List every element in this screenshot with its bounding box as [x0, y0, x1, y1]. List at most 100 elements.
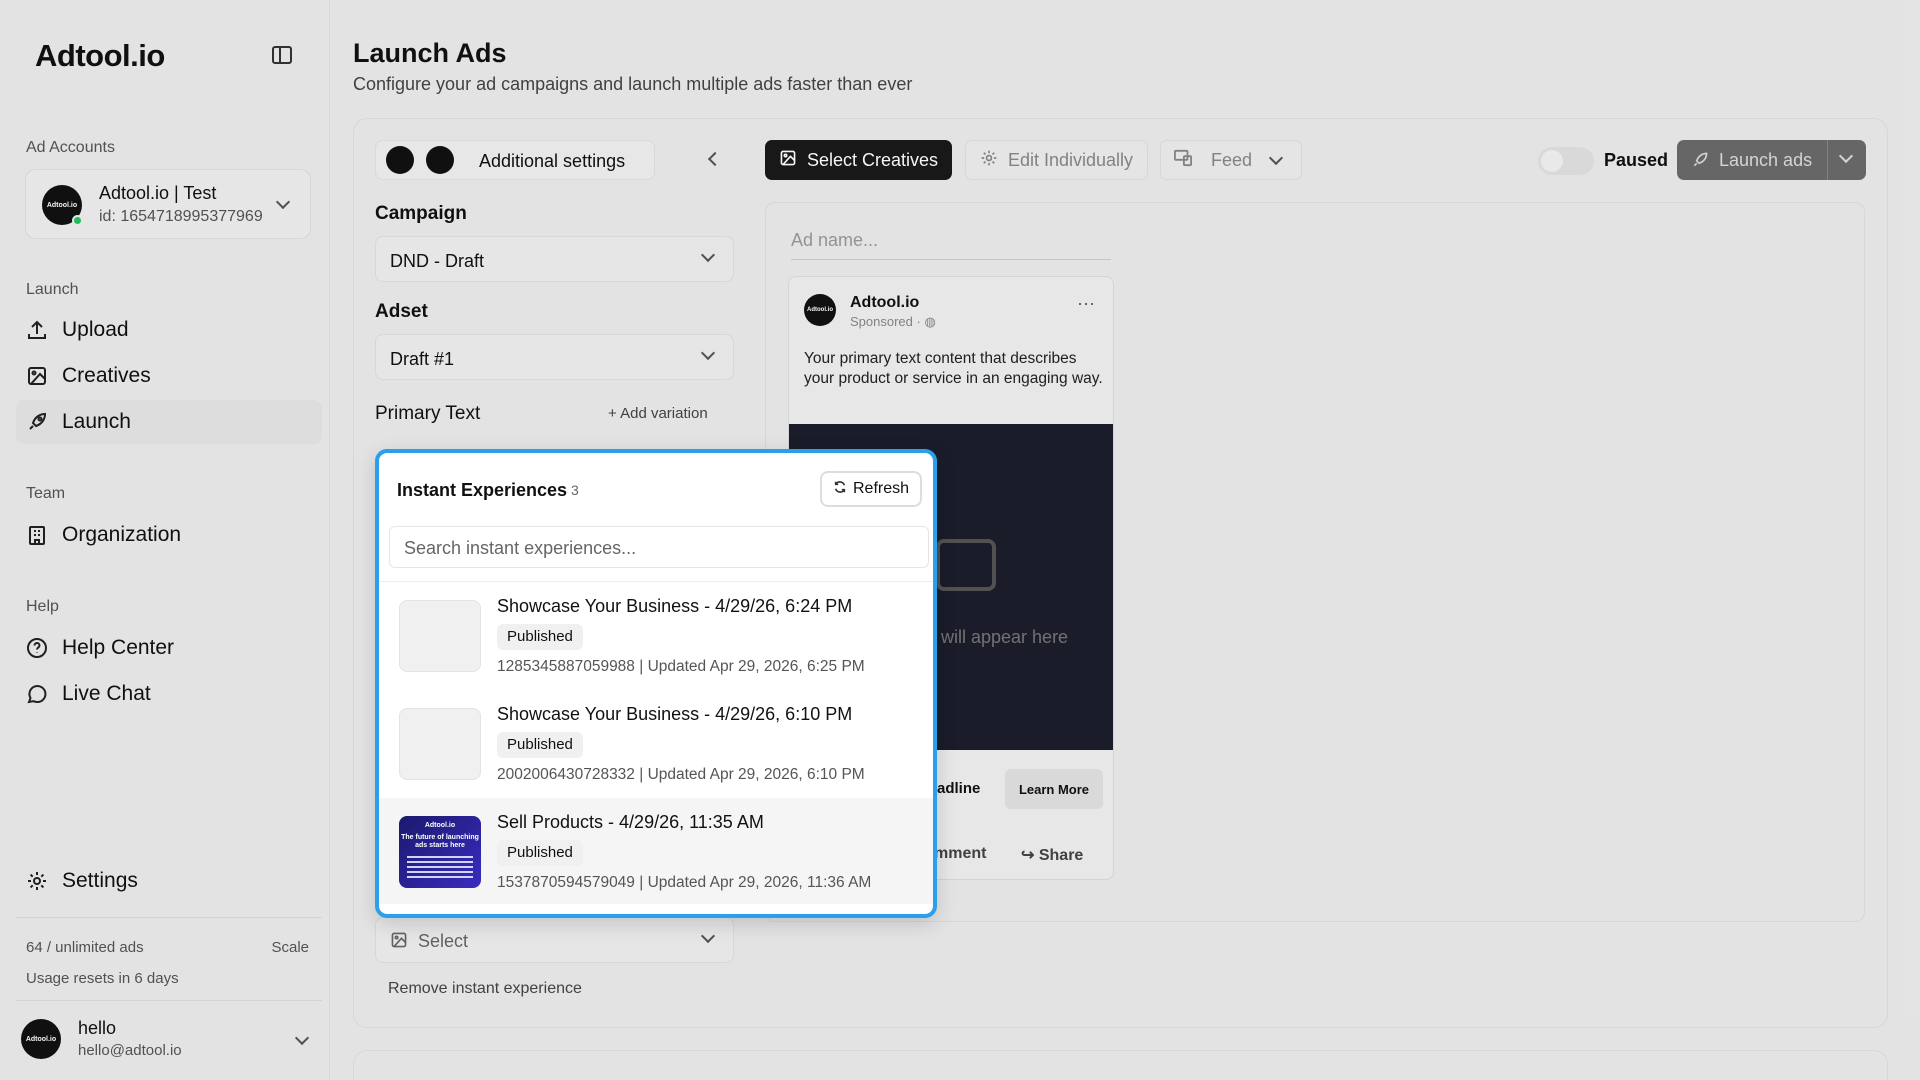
adset-label: Adset: [375, 301, 428, 322]
image-icon: [390, 931, 408, 954]
image-icon: [779, 149, 797, 172]
sidebar-item-help-center[interactable]: Help Center: [16, 626, 322, 670]
placement-value: Feed: [1211, 149, 1253, 170]
chevron-down-icon: [1268, 150, 1284, 166]
thumbnail-brand: Adtool.io: [424, 822, 456, 829]
thumbnail-headline: The future of launching ads starts here: [401, 834, 479, 849]
list-item[interactable]: Adtool.io The future of launching ads st…: [379, 798, 933, 904]
paused-toggle[interactable]: [1538, 147, 1594, 175]
rocket-icon: [26, 411, 48, 433]
add-variation-label: Add variation: [620, 405, 708, 422]
devices-icon: [1173, 149, 1193, 172]
remove-instant-experience-link[interactable]: Remove instant experience: [388, 980, 582, 998]
sidebar-item-label: Organization: [62, 523, 182, 546]
sponsored-text: Sponsored ·: [850, 314, 925, 329]
sidebar-item-label: Settings: [62, 869, 138, 892]
additional-settings-label: Additional settings: [479, 151, 626, 171]
refresh-icon: [833, 480, 847, 499]
scale-link[interactable]: Scale: [271, 939, 309, 956]
placement-select[interactable]: Feed: [1160, 140, 1302, 180]
usage-count: 64 / unlimited ads: [26, 939, 144, 956]
status-badge: Published: [497, 732, 583, 758]
image-placeholder-icon: [936, 539, 996, 591]
sidebar-item-organization[interactable]: Organization: [16, 513, 322, 557]
comment-action: mment: [934, 845, 987, 862]
dropdown-title: Instant Experiences: [397, 480, 568, 500]
sidebar-item-live-chat[interactable]: Live Chat: [16, 672, 322, 716]
ad-name-input[interactable]: Ad name...: [791, 230, 1111, 260]
sidebar-item-label: Launch: [62, 410, 131, 433]
sidebar-item-creatives[interactable]: Creatives: [16, 354, 322, 398]
sidebar-item-settings[interactable]: Settings: [16, 859, 322, 903]
divider: [1827, 140, 1828, 180]
team-section-label: Team: [26, 485, 66, 502]
additional-settings-button[interactable]: Additional settings: [375, 140, 655, 180]
instagram-account-avatar: [426, 146, 454, 174]
chevron-down-icon: [700, 247, 716, 263]
list-item[interactable]: Showcase Your Business - 4/29/26, 6:24 P…: [379, 582, 933, 688]
chat-icon: [26, 683, 48, 705]
experience-title: Showcase Your Business - 4/29/26, 6:24 P…: [497, 596, 853, 616]
cta-button: Learn More: [1005, 769, 1103, 809]
share-action: ↪ Share: [1021, 845, 1083, 865]
share-label: Share: [1038, 847, 1084, 864]
sidebar-item-label: Upload: [62, 318, 129, 341]
sidebar-item-label: Help Center: [62, 636, 175, 659]
chevron-down-icon: [700, 928, 716, 944]
search-input[interactable]: Search instant experiences...: [389, 526, 929, 568]
sidebar-item-launch[interactable]: Launch: [16, 400, 322, 444]
primary-text-label: Primary Text: [375, 403, 481, 424]
campaign-value: DND - Draft: [390, 251, 484, 271]
sponsored-label: Sponsored · ◍: [850, 314, 936, 330]
media-placeholder-text: will appear here: [941, 627, 1069, 647]
gear-icon: [26, 870, 48, 892]
ad-account-selector[interactable]: Adtool.io Adtool.io | Test id: 165471899…: [25, 169, 311, 239]
sidebar-toggle-icon[interactable]: [272, 46, 292, 64]
campaign-select[interactable]: DND - Draft: [375, 236, 734, 282]
preview-primary-text: Your primary text content that describes…: [804, 350, 1103, 387]
page-subtitle: Configure your ad campaigns and launch m…: [353, 74, 913, 94]
instant-experiences-dropdown: Instant Experiences 3 Refresh Search ins…: [375, 449, 937, 918]
select-creatives-button[interactable]: Select Creatives: [765, 140, 952, 180]
share-icon: ↪: [1021, 847, 1039, 864]
adset-value: Draft #1: [390, 349, 455, 369]
experience-meta: 1285345887059988 | Updated Apr 29, 2026,…: [497, 658, 865, 675]
experience-title: Showcase Your Business - 4/29/26, 6:10 P…: [497, 704, 853, 724]
select-placeholder: Select: [418, 931, 469, 951]
launch-ads-label: Launch ads: [1719, 150, 1813, 170]
page-title: Launch Ads: [353, 38, 507, 68]
campaign-label: Campaign: [375, 203, 467, 224]
sidebar-item-upload[interactable]: Upload: [16, 308, 322, 352]
user-avatar: Adtool.io: [21, 1019, 61, 1059]
app-logo[interactable]: Adtool.io: [35, 38, 165, 74]
account-name: Adtool.io | Test: [99, 183, 217, 203]
thumbnail-text-lines: [407, 856, 473, 880]
instant-experience-select[interactable]: Select: [375, 917, 734, 963]
sidebar: Adtool.io Ad Accounts Adtool.io Adtool.i…: [0, 0, 330, 1080]
user-name: hello: [78, 1018, 117, 1038]
experience-thumbnail: [399, 600, 481, 672]
experience-meta: 1537870594579049 | Updated Apr 29, 2026,…: [497, 874, 872, 891]
adset-select[interactable]: Draft #1: [375, 334, 734, 380]
account-id: id: 1654718995377969: [99, 208, 263, 225]
refresh-button[interactable]: Refresh: [820, 471, 922, 507]
facebook-account-avatar: [386, 146, 414, 174]
chevron-down-icon: [700, 345, 716, 361]
edit-individually-label: Edit Individually: [1007, 149, 1134, 170]
experience-thumbnail: [399, 708, 481, 780]
ad-list-panel: [353, 1050, 1888, 1080]
chevron-down-icon: [294, 1030, 310, 1046]
experience-count: 3: [571, 482, 579, 498]
list-item[interactable]: Showcase Your Business - 4/29/26, 6:10 P…: [379, 690, 933, 796]
add-variation-button[interactable]: + Add variation: [608, 405, 708, 422]
help-section-label: Help: [26, 598, 59, 615]
chevron-down-icon[interactable]: [1838, 148, 1854, 164]
edit-individually-button[interactable]: Edit Individually: [965, 140, 1148, 180]
launch-ads-button[interactable]: Launch ads: [1677, 140, 1866, 180]
paused-label: Paused: [1604, 150, 1669, 170]
page-avatar: Adtool.io: [804, 294, 836, 326]
ad-accounts-label: Ad Accounts: [26, 139, 115, 156]
status-badge: Published: [497, 840, 583, 866]
image-icon: [26, 365, 48, 387]
online-status-dot: [72, 215, 83, 226]
